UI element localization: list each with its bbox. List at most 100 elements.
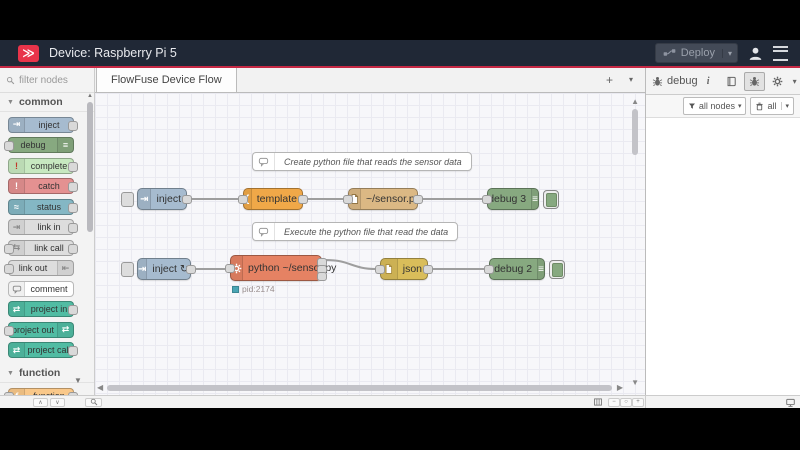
inject-trigger-button[interactable]: [121, 262, 134, 277]
footer-bar: ∧ ∨ − ○ +: [0, 395, 800, 408]
palette-search-placeholder: filter nodes: [19, 74, 68, 86]
bug-icon: [652, 76, 663, 87]
debug-messages-panel[interactable]: [646, 118, 800, 382]
palette-search[interactable]: filter nodes: [0, 68, 94, 93]
port: [4, 325, 14, 336]
input-port[interactable]: [238, 195, 248, 204]
output-port[interactable]: [186, 265, 196, 274]
palette-node-catch[interactable]: ! catch: [8, 178, 78, 194]
debug-enable-toggle[interactable]: [543, 190, 559, 209]
input-port[interactable]: [225, 264, 235, 273]
output-port[interactable]: [298, 195, 308, 204]
clear-options-caret-icon[interactable]: ▾: [781, 102, 789, 110]
link-in-icon: ⇥: [9, 220, 25, 234]
node-red-editor: ≫ Device: Raspberry Pi 5 Deploy ▾ filter…: [0, 40, 800, 408]
palette-scrollbar[interactable]: [87, 102, 93, 232]
comment-node-create-python[interactable]: Create python file that reads the sensor…: [252, 152, 472, 171]
palette-node-complete[interactable]: ! complete: [8, 157, 78, 174]
node-palette: filter nodes ▼ common ⇥ inject ≡ debug !…: [0, 68, 95, 404]
output-port[interactable]: [413, 195, 423, 204]
catch-icon: !: [9, 179, 25, 193]
canvas-scroll-right-icon[interactable]: ▶: [617, 383, 623, 392]
sidebar-title: debug: [667, 75, 698, 87]
palette-node-label: status: [36, 201, 61, 212]
palette-scroll-down-icon[interactable]: ▼: [74, 376, 82, 385]
palette-node-link-in[interactable]: ⇥ link in: [8, 219, 78, 235]
canvas-vertical-scrollbar[interactable]: [632, 109, 638, 155]
debug-clear-button[interactable]: all ▾: [750, 97, 794, 115]
node-label: inject: [156, 193, 181, 205]
palette-scroll-up-icon[interactable]: ▲: [87, 93, 93, 99]
tab-label: FlowFuse Device Flow: [111, 74, 222, 86]
canvas-scroll-down-icon[interactable]: ▼: [631, 378, 639, 387]
node-debug-3[interactable]: ≡ debug 3: [482, 188, 559, 210]
palette-node-label: project in: [30, 304, 68, 314]
output-port[interactable]: [423, 265, 433, 274]
output-port[interactable]: [182, 195, 192, 204]
sidebar-tab-debug[interactable]: debug: [652, 75, 698, 87]
node-inject-2[interactable]: ⇥ inject ↻: [121, 258, 196, 280]
node-json[interactable]: json: [375, 258, 433, 280]
expand-categories-button[interactable]: ∨: [50, 397, 65, 407]
help-tab-button[interactable]: [721, 72, 742, 91]
palette-node-project-call[interactable]: ⇄ project call: [8, 342, 78, 358]
deploy-button[interactable]: Deploy ▾: [654, 43, 738, 63]
comment-text: Execute the python file that read the da…: [284, 226, 449, 237]
port: [68, 202, 78, 213]
palette-node-label: complete: [30, 160, 68, 171]
node-python-exec[interactable]: python ~/sensor.py: [225, 255, 336, 281]
node-template[interactable]: { template: [238, 188, 308, 210]
add-flow-icon[interactable]: +: [606, 73, 613, 87]
node-sensor-file[interactable]: ~/sensor.py: [343, 188, 423, 210]
tab-flowfuse-device-flow[interactable]: FlowFuse Device Flow: [96, 68, 237, 93]
canvas-scroll-up-icon[interactable]: ▲: [631, 97, 639, 106]
canvas-scroll-left-icon[interactable]: ◀: [97, 383, 103, 392]
zoom-out-button[interactable]: −: [608, 397, 620, 407]
palette-node-comment[interactable]: comment: [8, 280, 74, 297]
config-tab-button[interactable]: [767, 72, 788, 91]
flow-canvas[interactable]: Create python file that reads the sensor…: [95, 93, 645, 395]
palette-node-link-call[interactable]: ⇆ link call: [4, 239, 78, 256]
funnel-icon: [688, 102, 696, 110]
input-port[interactable]: [482, 195, 492, 204]
deploy-options-caret[interactable]: ▾: [721, 48, 737, 58]
palette-node-status[interactable]: ≈ status: [8, 198, 78, 215]
info-tab-button[interactable]: i: [698, 72, 719, 91]
console-monitor-button[interactable]: [783, 398, 797, 407]
flowfuse-logo-icon: ≫: [18, 44, 39, 62]
input-port[interactable]: [375, 265, 385, 274]
palette-node-link-out[interactable]: ⇤ link out: [4, 260, 74, 276]
zoom-in-button[interactable]: +: [632, 397, 644, 407]
canvas-horizontal-scrollbar[interactable]: [107, 385, 612, 391]
input-port[interactable]: [484, 265, 494, 274]
port: [68, 182, 78, 192]
output-port-3[interactable]: [317, 271, 327, 281]
sidebar-options-caret-icon[interactable]: ▾: [793, 77, 797, 86]
debug-enable-toggle[interactable]: [549, 260, 565, 279]
palette-node-inject[interactable]: ⇥ inject: [8, 116, 78, 133]
comment-node-execute-python[interactable]: Execute the python file that read the da…: [252, 222, 459, 241]
palette-node-label: project out: [11, 324, 55, 335]
comment-text: Create python file that reads the sensor…: [284, 156, 462, 167]
flow-list-caret-icon[interactable]: ▾: [629, 75, 633, 84]
search-flows-button[interactable]: [85, 397, 102, 407]
status-dot-icon: [232, 285, 239, 293]
palette-node-debug[interactable]: ≡ debug: [4, 137, 74, 153]
debug-filter-button[interactable]: all nodes ▾: [682, 97, 747, 115]
collapse-categories-button[interactable]: ∧: [33, 397, 48, 407]
zoom-reset-button[interactable]: ○: [620, 397, 632, 407]
node-debug-2[interactable]: ≡ debug 2: [484, 258, 565, 280]
user-icon[interactable]: [748, 46, 763, 61]
palette-category-common[interactable]: ▼ common: [0, 93, 94, 112]
palette-node-project-out[interactable]: ⇄ project out: [4, 321, 74, 338]
debug-tab-button[interactable]: [743, 71, 765, 91]
filter-label: all nodes: [698, 101, 735, 111]
inject-icon: ⇥: [138, 189, 152, 209]
inject-trigger-button[interactable]: [121, 192, 134, 207]
navigator-map-button[interactable]: [590, 398, 606, 407]
input-port[interactable]: [343, 195, 353, 204]
palette-node-project-in[interactable]: ⇄ project in: [8, 301, 78, 317]
debug-icon: ≡: [537, 259, 544, 279]
node-inject-1[interactable]: ⇥ inject: [121, 188, 192, 210]
main-menu-icon[interactable]: [773, 45, 788, 61]
